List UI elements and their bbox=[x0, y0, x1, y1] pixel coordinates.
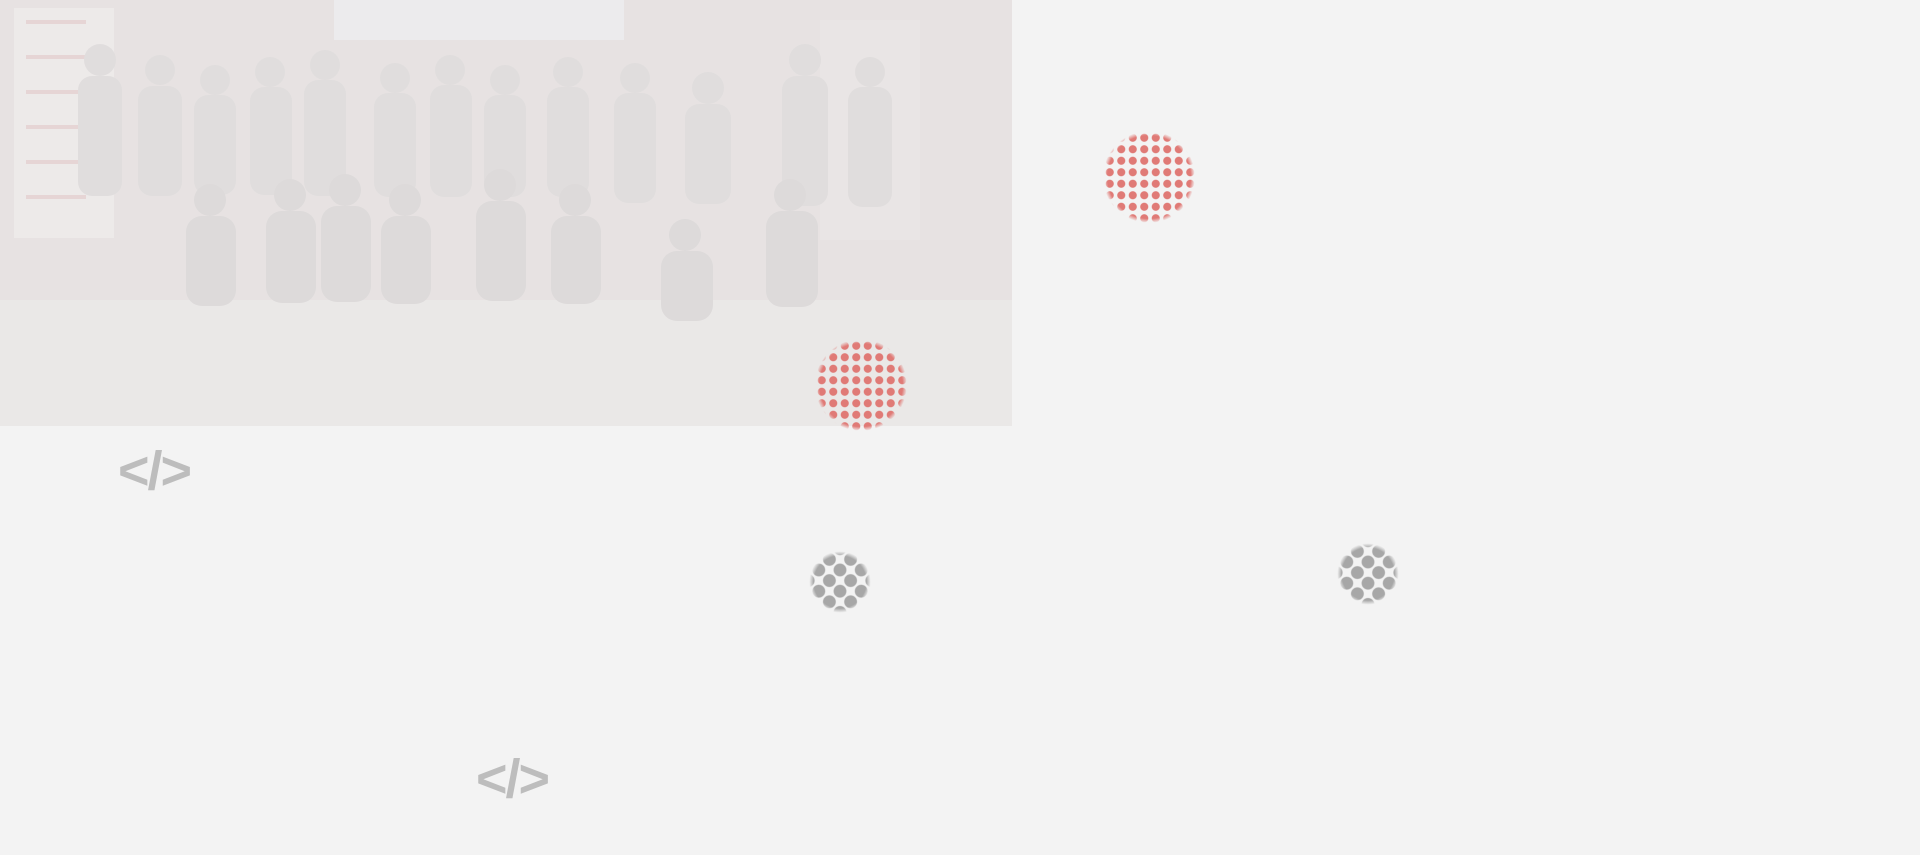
page-canvas: </> </> bbox=[0, 0, 1920, 855]
code-brackets-icon: </> bbox=[118, 441, 192, 501]
red-dot-sphere-decoration bbox=[1103, 131, 1195, 223]
grey-dot-cluster-decoration bbox=[1324, 530, 1412, 618]
grey-dot-cluster-decoration bbox=[796, 538, 884, 626]
code-brackets-icon: </> bbox=[476, 749, 550, 809]
red-dot-sphere-decoration bbox=[815, 339, 907, 431]
